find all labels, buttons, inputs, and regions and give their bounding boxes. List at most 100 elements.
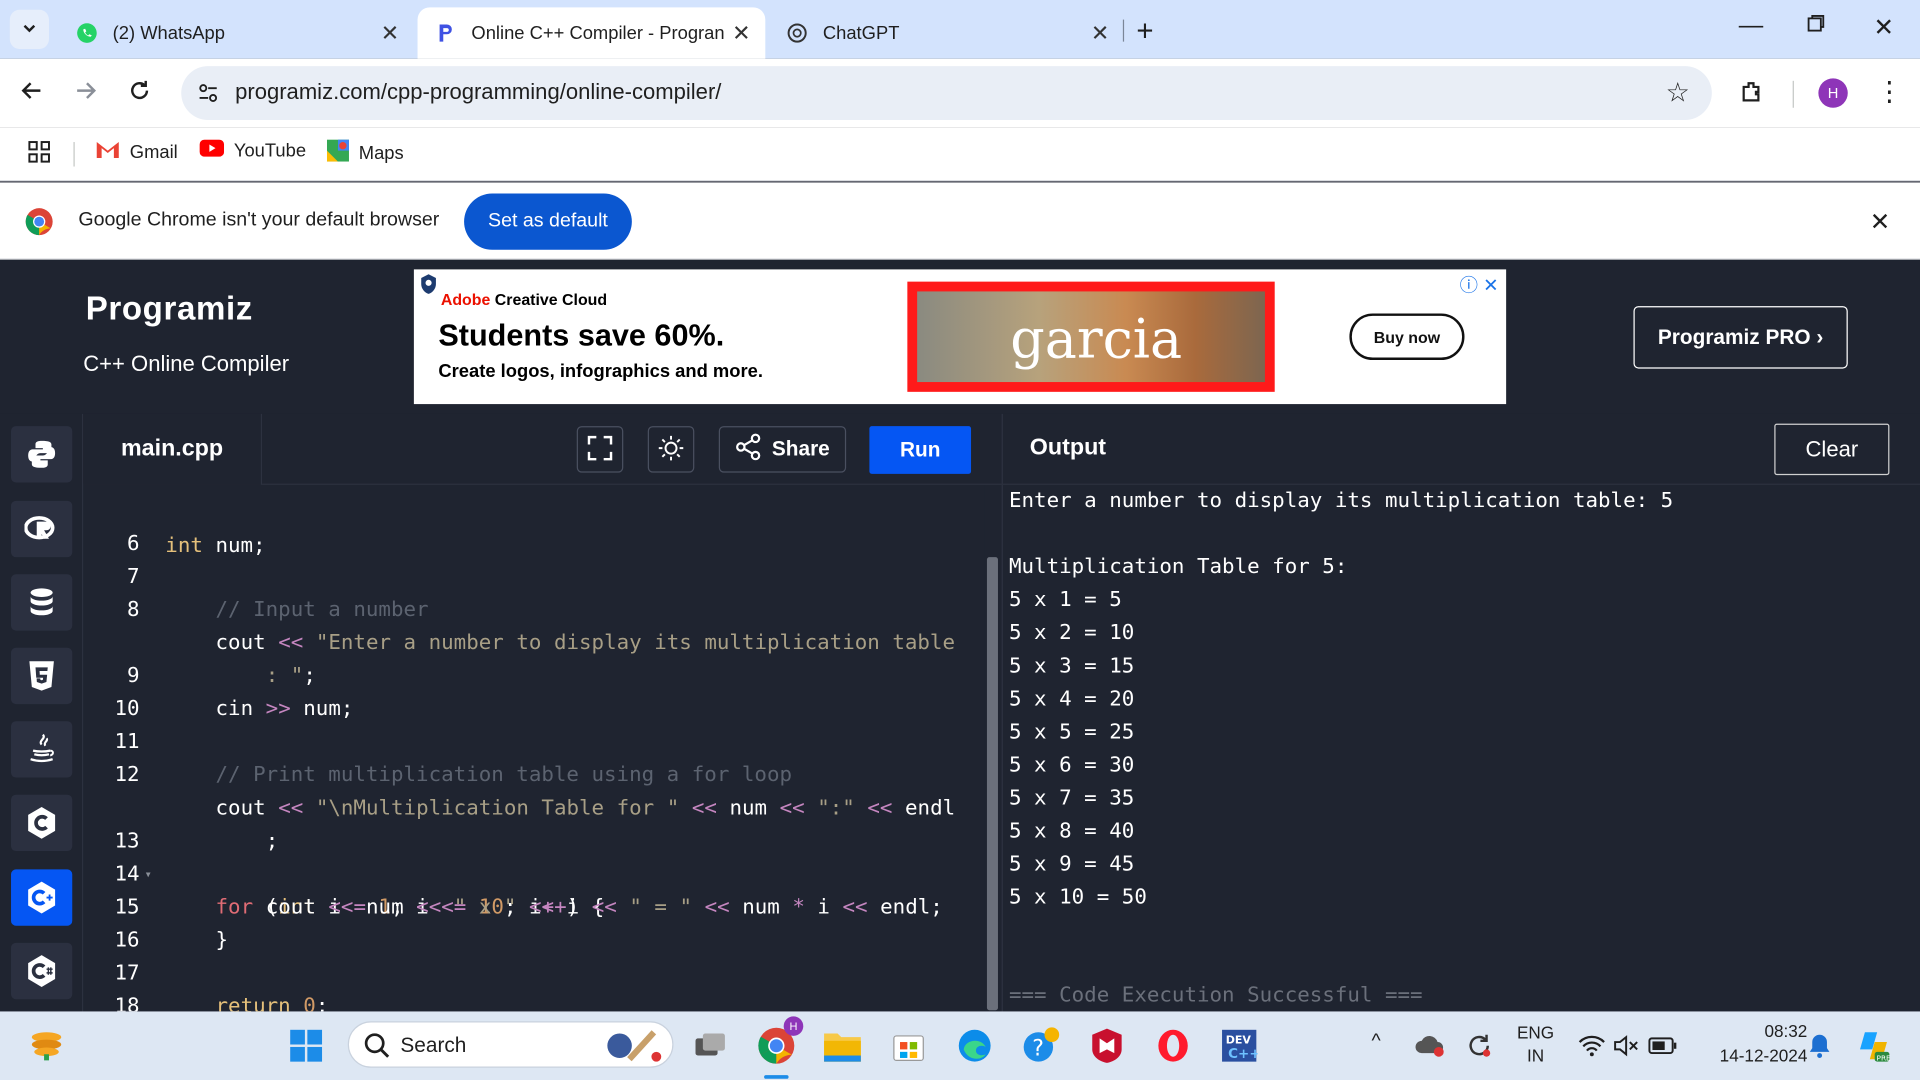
file-explorer-icon[interactable]: [818, 1021, 867, 1070]
whatsapp-icon: [76, 22, 98, 44]
chrome-taskbar-icon[interactable]: H: [752, 1016, 804, 1079]
clock-time[interactable]: 08:32: [1690, 1021, 1807, 1041]
java-icon[interactable]: [11, 721, 73, 778]
notification-bell-icon[interactable]: [1795, 1021, 1844, 1070]
bookmark-youtube[interactable]: YouTube: [199, 139, 307, 162]
search-label: Search: [400, 1033, 467, 1057]
bookmarks-separator: [73, 142, 75, 167]
taskbar-search[interactable]: Search: [347, 1021, 674, 1070]
sync-icon[interactable]: [1455, 1021, 1504, 1070]
site-settings-icon[interactable]: [196, 81, 220, 105]
r-language-icon[interactable]: [11, 500, 73, 558]
tab-whatsapp[interactable]: (2) WhatsApp ✕: [59, 7, 414, 58]
output-line: 5 x 1 = 5: [1008, 587, 1122, 613]
bookmarks-bar: Gmail YouTube Maps: [0, 127, 1920, 182]
new-tab-icon[interactable]: +: [1136, 15, 1153, 49]
clear-button[interactable]: Clear: [1774, 423, 1890, 476]
menu-kebab-icon[interactable]: ⋮: [1876, 76, 1903, 108]
apps-grid-icon[interactable]: [27, 140, 51, 164]
svg-text:PRE: PRE: [1877, 1053, 1892, 1062]
theme-toggle-button[interactable]: [647, 426, 695, 473]
set-default-button[interactable]: Set as default: [464, 193, 632, 250]
devcpp-icon[interactable]: DEV C++: [1215, 1021, 1264, 1070]
csharp-language-icon[interactable]: [11, 942, 73, 1000]
python-icon[interactable]: [11, 426, 73, 483]
tab-title: (2) WhatsApp: [112, 22, 225, 44]
reload-icon[interactable]: [127, 78, 151, 110]
code-line: 11 // Print multiplication table using a…: [83, 693, 984, 788]
tab-title: Online C++ Compiler - Progran: [471, 22, 724, 44]
tab-programiz[interactable]: Online C++ Compiler - Progran ✕: [417, 7, 766, 59]
copilot-icon[interactable]: PRE: [1849, 1021, 1898, 1070]
input-language-bottom[interactable]: IN: [1509, 1046, 1563, 1066]
forward-icon[interactable]: [73, 78, 97, 110]
microsoft-store-icon[interactable]: [884, 1021, 933, 1070]
minimize-icon[interactable]: —: [1739, 12, 1763, 40]
bookmark-label: YouTube: [233, 140, 307, 162]
editor-scrollbar-thumb[interactable]: [986, 557, 998, 1011]
programiz-logo[interactable]: Programiz: [86, 290, 253, 328]
opera-icon[interactable]: [1149, 1021, 1198, 1070]
code-editor[interactable]: int num; 6 7 // Input a number 8 cout <<…: [83, 484, 985, 1012]
extensions-icon[interactable]: [1739, 78, 1766, 111]
bookmark-gmail[interactable]: Gmail: [96, 140, 178, 164]
get-help-icon[interactable]: ?: [1016, 1021, 1065, 1070]
tab-chatgpt[interactable]: ChatGPT ✕: [769, 7, 1124, 58]
tray-overflow-chevron-icon[interactable]: ^: [1371, 1031, 1380, 1053]
fullscreen-button[interactable]: [576, 426, 624, 473]
search-icon: [364, 1032, 391, 1065]
compiler-subtitle: C++ Online Compiler: [83, 351, 290, 376]
back-icon[interactable]: [20, 78, 44, 110]
bookmark-star-icon[interactable]: ☆: [1666, 77, 1690, 109]
restore-icon[interactable]: [1806, 12, 1826, 40]
site-header: Programiz C++ Online Compiler Adobe Crea…: [0, 260, 1920, 414]
ad-banner[interactable]: Adobe Creative Cloud Students save 60%. …: [413, 269, 1507, 405]
html5-icon[interactable]: [11, 647, 73, 705]
cricket-search-highlight-icon: [600, 1027, 664, 1070]
bookmark-label: Maps: [358, 142, 404, 164]
buy-now-button[interactable]: Buy now: [1349, 313, 1465, 361]
battery-icon[interactable]: [1638, 1021, 1687, 1070]
share-button[interactable]: Share: [718, 426, 847, 473]
infobar-close-icon[interactable]: ✕: [1870, 207, 1891, 238]
windows-start-icon[interactable]: [282, 1021, 331, 1070]
close-icon[interactable]: ✕: [732, 21, 750, 47]
close-icon[interactable]: ✕: [381, 21, 399, 47]
code-line: 15 }: [83, 858, 984, 953]
ad-image-text: garcia: [1010, 308, 1183, 372]
file-tab-main-cpp[interactable]: main.cpp: [83, 413, 263, 485]
task-view-icon[interactable]: [686, 1021, 735, 1070]
code-line: 16: [83, 891, 984, 952]
url-text[interactable]: programiz.com/cpp-programming/online-com…: [235, 80, 721, 106]
clock-date[interactable]: 14-12-2024: [1690, 1046, 1808, 1066]
input-language-top[interactable]: ENG: [1509, 1022, 1563, 1042]
widgets-icon[interactable]: [22, 1021, 71, 1070]
chrome-logo-icon: [24, 207, 53, 243]
c-language-icon[interactable]: [11, 794, 73, 852]
profile-avatar[interactable]: H: [1818, 78, 1848, 108]
close-icon[interactable]: ✕: [1091, 21, 1109, 47]
code-line: 9 cin >> num;: [83, 627, 984, 722]
tab-strip: (2) WhatsApp ✕ Online C++ Compiler - Pro…: [0, 0, 1920, 59]
run-button[interactable]: Run: [869, 426, 972, 474]
output-console[interactable]: Enter a number to display its multiplica…: [1001, 484, 1920, 1012]
code-line: 12 cout << "\nMultiplication Table for "…: [83, 726, 984, 821]
code-line: 13 ▾ for (int i = 1; i <= 10; i++) {: [83, 792, 984, 920]
programiz-pro-button[interactable]: Programiz PRO ›: [1633, 306, 1848, 369]
ad-info-icon[interactable]: ⓘ ✕: [1460, 272, 1499, 298]
mcafee-icon[interactable]: [1082, 1021, 1131, 1070]
onedrive-icon[interactable]: [1406, 1021, 1455, 1070]
tab-search-button[interactable]: [9, 9, 49, 49]
execution-status: === Code Execution Successful ===: [1008, 983, 1423, 1008]
edge-icon[interactable]: [950, 1021, 999, 1070]
programiz-icon: [435, 22, 457, 44]
ad-image[interactable]: garcia: [907, 281, 1275, 392]
sql-database-icon[interactable]: [11, 574, 73, 631]
address-bar[interactable]: programiz.com/cpp-programming/online-com…: [181, 66, 1712, 121]
window-close-icon[interactable]: ✕: [1873, 12, 1894, 43]
bookmark-maps[interactable]: Maps: [326, 139, 404, 167]
ad-shield-icon: [419, 273, 439, 301]
output-title: Output: [1029, 434, 1107, 461]
youtube-icon: [199, 139, 225, 162]
cpp-language-icon[interactable]: [11, 869, 73, 926]
